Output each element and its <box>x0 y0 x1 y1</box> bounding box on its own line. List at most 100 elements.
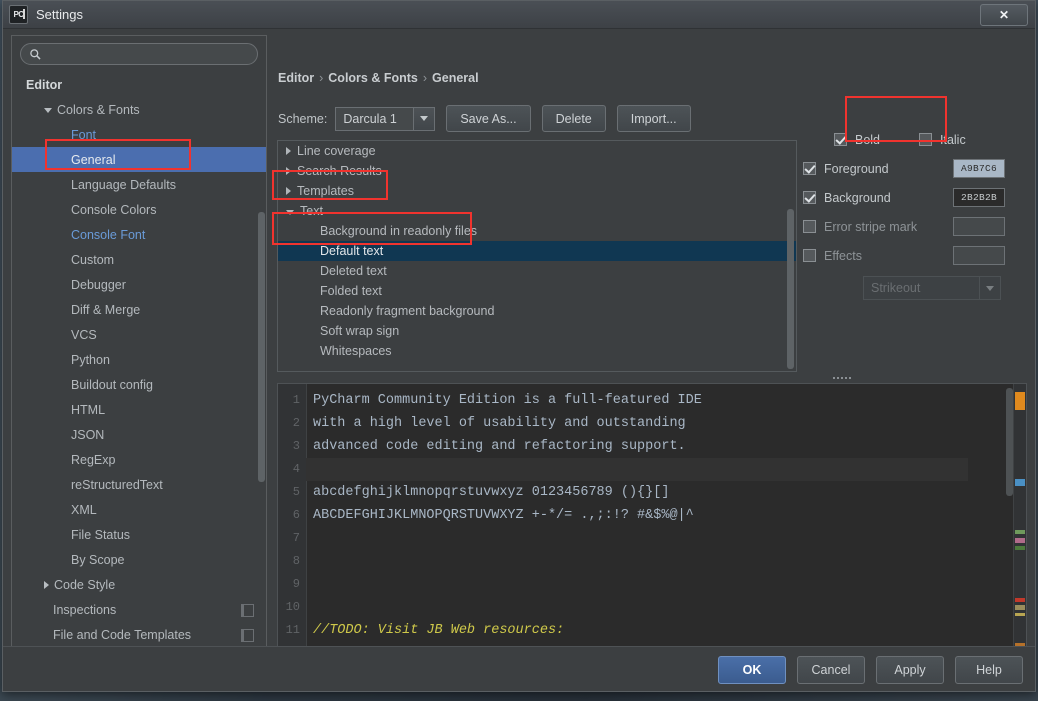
sidebar-item-html[interactable]: HTML <box>12 397 266 422</box>
color-swatch[interactable]: 2B2B2B <box>953 188 1005 207</box>
sidebar-item-buildout-config[interactable]: Buildout config <box>12 372 266 397</box>
close-icon[interactable]: ✕ <box>980 4 1028 26</box>
sidebar-item-vcs[interactable]: VCS <box>12 322 266 347</box>
sidebar-scrollbar[interactable] <box>258 212 265 482</box>
copy-settings-icon[interactable] <box>241 629 254 642</box>
sidebar-item-language-defaults[interactable]: Language Defaults <box>12 172 266 197</box>
sidebar-item-by-scope[interactable]: By Scope <box>12 547 266 572</box>
color-setting-label: Deleted text <box>320 264 387 278</box>
sidebar-item-xml[interactable]: XML <box>12 497 266 522</box>
delete-button[interactable]: Delete <box>541 105 606 132</box>
error-stripe-marker[interactable] <box>1015 530 1025 534</box>
sidebar-item-regexp[interactable]: RegExp <box>12 447 266 472</box>
checkbox-box[interactable] <box>803 191 816 204</box>
window-title: Settings <box>36 7 83 22</box>
splitter-grip[interactable] <box>833 375 855 380</box>
chevron-right-icon[interactable] <box>44 580 49 589</box>
error-stripe-marker[interactable] <box>1015 538 1025 543</box>
sidebar-item-font[interactable]: Font <box>12 122 266 147</box>
color-settings-tree-scrollbar[interactable] <box>787 209 794 369</box>
sidebar-item-restructuredtext[interactable]: reStructuredText <box>12 472 266 497</box>
color-setting-row[interactable]: Deleted text <box>278 261 796 281</box>
color-settings-tree-list[interactable]: Line coverage Search Results Templates Text… <box>278 141 796 361</box>
color-settings-tree[interactable]: Line coverage Search Results Templates Text… <box>277 140 797 372</box>
chevron-down-icon[interactable] <box>979 277 1000 299</box>
sidebar-item-diff-merge[interactable]: Diff & Merge <box>12 297 266 322</box>
bold-checkbox[interactable]: Bold <box>803 133 911 147</box>
sidebar-item-editor[interactable]: Editor <box>12 72 266 97</box>
copy-settings-icon[interactable] <box>241 604 254 617</box>
error-stripe-marker[interactable] <box>1015 605 1025 610</box>
effect-type-select[interactable]: Strikeout <box>863 276 1001 300</box>
preview-code[interactable]: PyCharm Community Edition is a full-feat… <box>306 384 968 668</box>
help-button[interactable]: Help <box>955 656 1023 684</box>
preview-scrollbar[interactable] <box>1006 388 1013 496</box>
chevron-right-icon[interactable] <box>286 147 291 155</box>
sidebar-item-code-style[interactable]: Code Style <box>12 572 266 597</box>
color-swatch[interactable] <box>953 246 1005 265</box>
import-button[interactable]: Import... <box>616 105 691 132</box>
sidebar-item-python[interactable]: Python <box>12 347 266 372</box>
sidebar-item-colors-fonts[interactable]: Colors & Fonts <box>12 97 266 122</box>
scheme-select[interactable]: Darcula 1 <box>335 106 436 131</box>
color-setting-row[interactable]: Background in readonly files <box>278 221 796 241</box>
chevron-right-icon[interactable] <box>286 167 291 175</box>
sidebar-item-console-font[interactable]: Console Font <box>12 222 266 247</box>
error-stripe-marker[interactable] <box>1015 598 1025 602</box>
color-setting-row[interactable]: Folded text <box>278 281 796 301</box>
sidebar-item-file-status[interactable]: File Status <box>12 522 266 547</box>
sidebar-item-debugger[interactable]: Debugger <box>12 272 266 297</box>
checkbox-box[interactable] <box>803 220 816 233</box>
color-setting-row[interactable]: Readonly fragment background <box>278 301 796 321</box>
color-setting-row[interactable]: Default text <box>278 241 796 261</box>
sidebar-item-label: Console Colors <box>71 202 157 217</box>
breadcrumb-part: General <box>432 71 479 85</box>
sidebar-tree[interactable]: Editor Colors & Fonts Font General Language … <box>12 72 266 651</box>
bold-checkbox-box[interactable] <box>833 133 847 146</box>
error-stripe-marker[interactable] <box>1015 392 1025 410</box>
color-setting-row[interactable]: Line coverage <box>278 141 796 161</box>
foreground-checkbox[interactable]: Foreground <box>803 162 953 176</box>
chevron-down-icon[interactable] <box>413 107 435 130</box>
sidebar-item-console-colors[interactable]: Console Colors <box>12 197 266 222</box>
chevron-right-icon[interactable] <box>286 187 291 195</box>
sidebar-item-custom[interactable]: Custom <box>12 247 266 272</box>
sidebar-item-label: Language Defaults <box>71 177 176 192</box>
color-swatch[interactable]: A9B7C6 <box>953 159 1005 178</box>
sidebar-item-json[interactable]: JSON <box>12 422 266 447</box>
error-stripe-marker[interactable] <box>1015 546 1025 550</box>
color-setting-row[interactable]: Search Results <box>278 161 796 181</box>
sidebar-item-inspections[interactable]: Inspections <box>12 597 266 622</box>
error-stripe-marker[interactable] <box>1015 613 1025 616</box>
sidebar-item-general[interactable]: General <box>12 147 266 172</box>
error-stripe-gutter[interactable] <box>1013 384 1026 668</box>
checkbox-box[interactable] <box>803 162 816 175</box>
background-checkbox[interactable]: Background <box>803 191 953 205</box>
effects-checkbox[interactable]: Effects <box>803 249 953 263</box>
sidebar-item-file-and-code-templates[interactable]: File and Code Templates <box>12 622 266 647</box>
italic-checkbox[interactable]: Italic <box>919 133 966 147</box>
cancel-button[interactable]: Cancel <box>797 656 865 684</box>
color-swatch[interactable] <box>953 217 1005 236</box>
color-setting-row[interactable]: Templates <box>278 181 796 201</box>
error-stripe-mark-checkbox[interactable]: Error stripe mark <box>803 220 953 234</box>
italic-checkbox-box[interactable] <box>919 133 932 146</box>
error-stripe-marker[interactable] <box>1015 479 1025 486</box>
ok-button[interactable]: OK <box>718 656 786 684</box>
checkbox-box[interactable] <box>803 249 816 262</box>
code-line: advanced code editing and refactoring su… <box>313 439 686 454</box>
apply-button[interactable]: Apply <box>876 656 944 684</box>
search-input[interactable] <box>46 46 249 62</box>
preview-editor[interactable]: 123456789101112 PyCharm Community Editio… <box>277 383 1027 669</box>
attribute-label: Error stripe mark <box>824 219 918 234</box>
title-watermark <box>99 7 104 22</box>
save-as-button[interactable]: Save As... <box>446 105 531 132</box>
chevron-down-icon[interactable] <box>286 209 294 215</box>
color-setting-row[interactable]: Soft wrap sign <box>278 321 796 341</box>
chevron-down-icon[interactable] <box>44 108 52 113</box>
sidebar-item-label: Inspections <box>53 602 117 617</box>
color-setting-row[interactable]: Whitespaces <box>278 341 796 361</box>
color-setting-row[interactable]: Text <box>278 201 796 221</box>
search-box[interactable] <box>20 43 258 65</box>
